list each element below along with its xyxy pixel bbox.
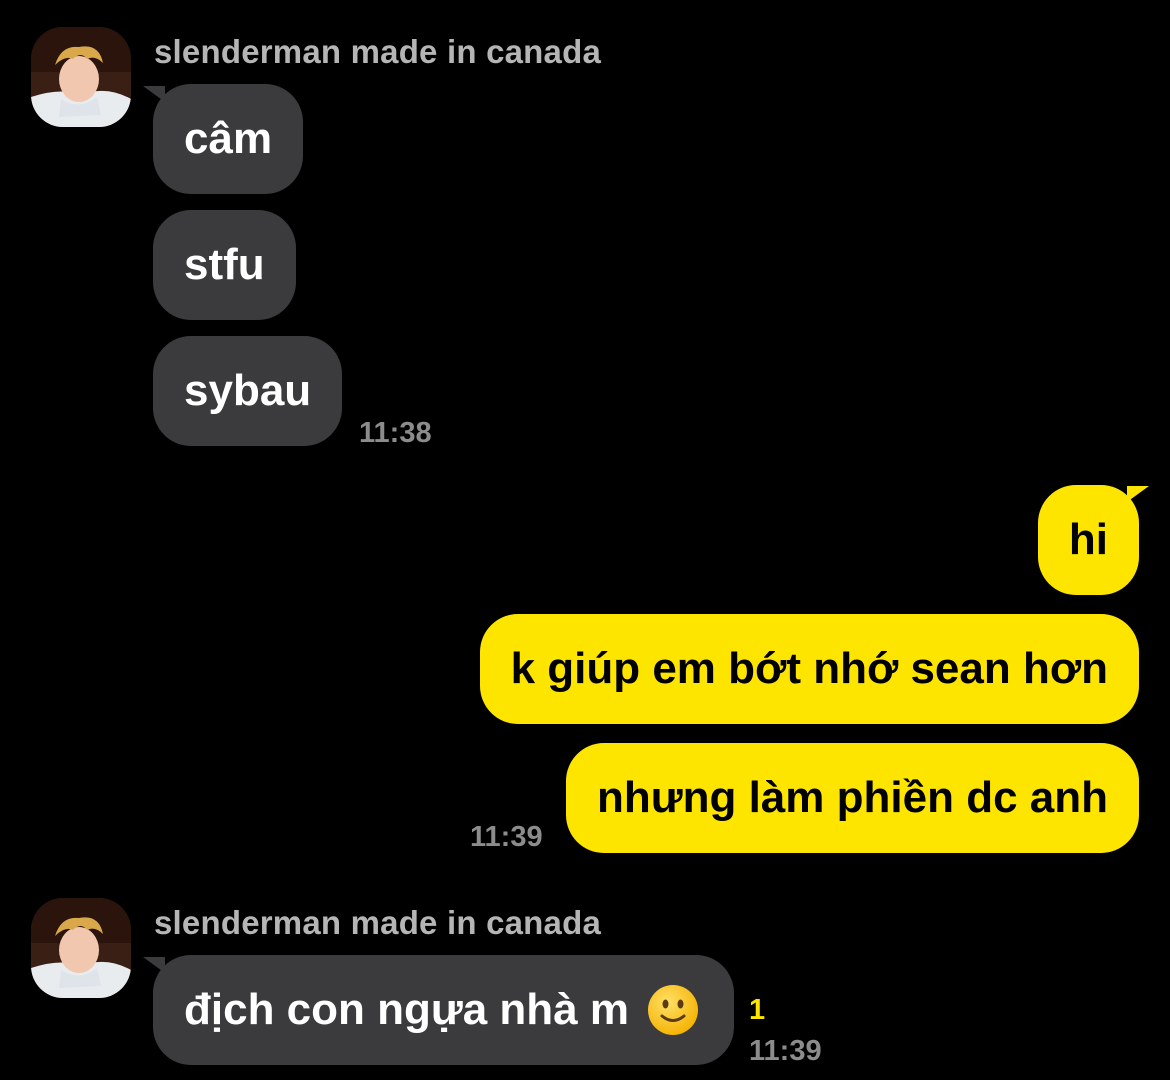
message-bubble[interactable]: địch con ngựa nhà m: [153, 955, 735, 1065]
unread-count: 1: [749, 994, 766, 1026]
slightly-smiling-face-icon: [647, 984, 699, 1036]
message-bubble[interactable]: k giúp em bớt nhớ sean hơn: [479, 614, 1139, 724]
sender-name: slenderman made in canada: [154, 904, 602, 941]
message-text: địch con ngựa nhà m: [184, 985, 630, 1034]
message-bubble[interactable]: sybau: [153, 336, 343, 446]
message-text: câm: [184, 114, 273, 163]
message-text: stfu: [184, 240, 265, 289]
message-text: sybau: [184, 366, 312, 415]
message-bubble[interactable]: stfu: [153, 210, 296, 320]
message-text: k giúp em bớt nhớ sean hơn: [510, 644, 1108, 693]
timestamp: 11:38: [359, 417, 432, 449]
timestamp: 11:39: [470, 821, 543, 853]
message-text: hi: [1068, 515, 1108, 564]
message-bubble[interactable]: hi: [1037, 485, 1139, 595]
timestamp: 11:39: [749, 1035, 822, 1067]
avatar[interactable]: [31, 898, 131, 998]
message-bubble[interactable]: câm: [153, 84, 304, 194]
message-text: nhưng làm phiền dc anh: [597, 773, 1108, 822]
sender-name: slenderman made in canada: [154, 33, 602, 70]
avatar[interactable]: [31, 27, 131, 127]
message-bubble[interactable]: nhưng làm phiền dc anh: [566, 743, 1139, 853]
